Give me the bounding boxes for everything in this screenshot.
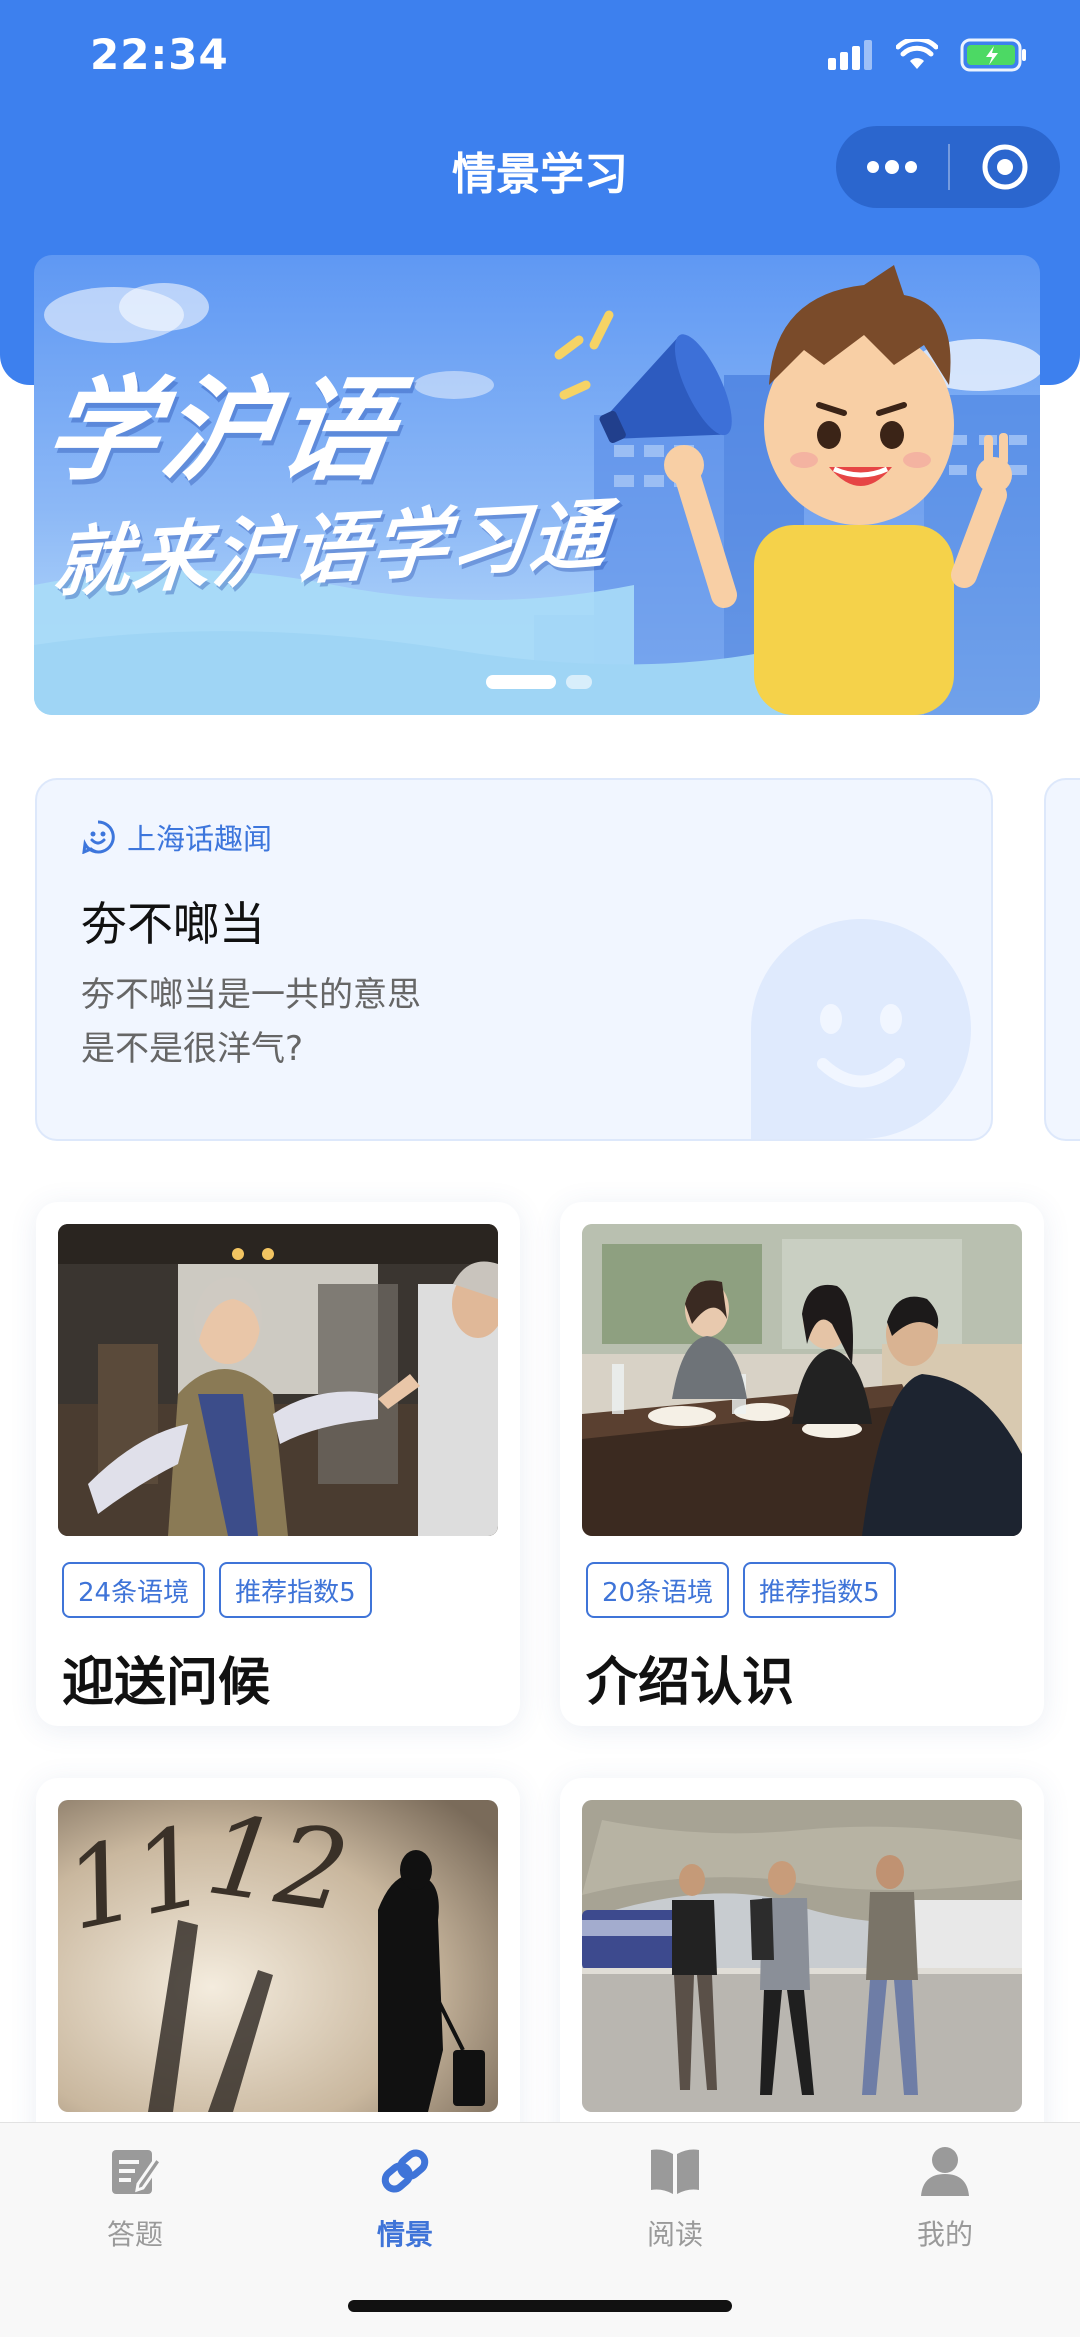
tab-scenario[interactable]: 情景 xyxy=(270,2141,540,2261)
fun-fact-desc-line2: 是不是很洋气? xyxy=(81,1029,304,1069)
tab-quiz[interactable]: 答题 xyxy=(0,2141,270,2261)
fun-fact-description: 夯不啷当是一共的意思 是不是很洋气? xyxy=(81,968,701,1076)
scene-photo-greetings xyxy=(58,1224,498,1536)
fun-fact-tag-label: 上海话趣闻 xyxy=(127,822,273,856)
promo-banner[interactable]: 学沪语 就来沪语学习通 xyxy=(34,255,1040,715)
banner-headline: 学沪语 xyxy=(37,366,404,496)
tab-me-label: 我的 xyxy=(916,2218,973,2251)
person-icon xyxy=(915,2141,975,2201)
close-mini-program-button[interactable] xyxy=(950,126,1060,208)
fun-fact-title: 夯不啷当 xyxy=(81,897,265,951)
scene-title: 介绍认识 xyxy=(586,1653,795,1713)
fun-fact-tag: 上海话趣闻 xyxy=(81,816,272,858)
banner-pagination xyxy=(486,675,592,689)
fun-fact-card-next[interactable] xyxy=(1044,778,1080,1141)
smiley-decoration-icon xyxy=(751,919,971,1139)
home-indicator[interactable] xyxy=(348,2300,732,2312)
fun-fact-desc-line1: 夯不啷当是一共的意思 xyxy=(81,975,421,1015)
status-icons xyxy=(828,38,1028,72)
link-icon xyxy=(375,2141,435,2201)
scene-card-time[interactable]: 11 12 xyxy=(36,1778,520,2178)
tab-scenario-label: 情景 xyxy=(376,2218,433,2251)
signal-icon xyxy=(828,40,872,70)
scene-photo-time: 11 12 xyxy=(58,1800,498,2112)
more-icon xyxy=(867,160,917,174)
wifi-icon xyxy=(896,39,938,69)
smiley-icon xyxy=(82,820,115,854)
context-count-tag: 20条语境 xyxy=(586,1562,730,1618)
target-icon xyxy=(982,144,1028,190)
pagination-dot-active xyxy=(486,675,556,689)
svg-text:12: 12 xyxy=(199,1800,355,1936)
fun-fact-card[interactable]: 上海话趣闻 夯不啷当 夯不啷当是一共的意思 是不是很洋气? xyxy=(35,778,993,1141)
quiz-edit-icon xyxy=(105,2141,165,2201)
scene-card-travel[interactable] xyxy=(560,1778,1044,2178)
tab-reading[interactable]: 阅读 xyxy=(540,2141,810,2261)
more-button[interactable] xyxy=(836,126,948,208)
book-icon xyxy=(645,2141,705,2201)
scene-title: 迎送问候 xyxy=(62,1653,271,1713)
context-count-tag: 24条语境 xyxy=(62,1562,206,1618)
recommend-score-tag: 推荐指数5 xyxy=(743,1562,896,1618)
tab-quiz-label: 答题 xyxy=(106,2218,163,2251)
scene-card-introductions[interactable]: 20条语境 推荐指数5 介绍认识 xyxy=(560,1202,1044,1726)
tab-reading-label: 阅读 xyxy=(646,2218,703,2251)
battery-icon xyxy=(960,38,1026,72)
scene-card-greetings[interactable]: 24条语境 推荐指数5 迎送问候 xyxy=(36,1202,520,1726)
scene-tags: 20条语境 推荐指数5 xyxy=(586,1562,896,1618)
recommend-score-tag: 推荐指数5 xyxy=(219,1562,372,1618)
scene-photo-travel xyxy=(582,1800,1022,2112)
mini-program-capsule xyxy=(836,126,1060,208)
tab-me[interactable]: 我的 xyxy=(810,2141,1080,2261)
scene-photo-introductions xyxy=(582,1224,1022,1536)
pagination-dot xyxy=(566,675,592,689)
status-time: 22:34 xyxy=(90,30,229,79)
scene-tags: 24条语境 推荐指数5 xyxy=(62,1562,372,1618)
